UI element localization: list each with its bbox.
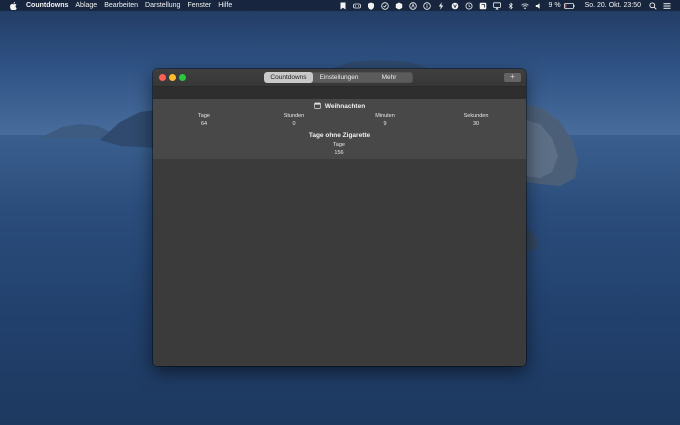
control-center-icon[interactable] [663,2,671,10]
countdown-unit-days: Tage 64 [174,112,234,128]
countdown-unit-days: Tage 156 [309,141,369,157]
battery-percent: 9 % [548,2,561,9]
tab-control: Countdowns Einstellungen Mehr [264,72,413,83]
menu-ablage[interactable]: Ablage [75,0,97,11]
unit-label: Stunden [283,113,305,119]
countdown-item[interactable]: Weihnachten Tage 64 Stunden 0 Minuten 9 … [153,101,526,131]
window-empty-area [153,159,526,366]
tab-mehr[interactable]: Mehr [365,72,413,83]
countdown-title: Tage ohne Zigarette [308,132,371,139]
countdown-list: Weihnachten Tage 64 Stunden 0 Minuten 9 … [153,99,526,159]
tab-countdowns[interactable]: Countdowns [264,72,313,83]
menu-hilfe[interactable]: Hilfe [218,0,232,11]
airplay-icon[interactable] [492,1,501,10]
unit-value: 64 [200,121,208,127]
menu-fenster[interactable]: Fenster [187,0,211,11]
unit-label: Minuten [375,113,395,119]
unit-label: Sekunden [463,113,489,119]
check-circle-icon[interactable] [380,1,389,10]
apple-icon[interactable] [9,1,18,10]
menu-bar: Countdowns Ablage Bearbeiten Darstellung… [0,0,680,11]
unit-value: 156 [334,150,344,156]
bookmark-icon[interactable] [339,2,347,10]
countdown-unit-minutes: Minuten 9 [355,112,415,128]
window-titlebar[interactable]: Countdowns Einstellungen Mehr + [153,69,526,87]
gamepad-icon[interactable] [352,2,361,10]
window-toolbar-strip [153,87,526,99]
countdown-unit-hours: Stunden 0 [264,112,324,128]
v-icon[interactable] [451,2,459,10]
minimize-button[interactable] [169,74,176,81]
countdowns-window: Countdowns Einstellungen Mehr + Weihnach… [153,69,526,366]
countdown-item[interactable]: Tage ohne Zigarette Tage 156 [153,132,526,158]
add-countdown-button[interactable]: + [504,73,521,82]
unit-value: 9 [383,121,387,127]
calendar-icon [314,102,321,109]
menu-app-name[interactable]: Countdowns [26,0,68,11]
battery-icon[interactable] [563,2,575,10]
a-icon[interactable] [408,1,417,10]
zoom-button[interactable] [179,74,186,81]
tab-einstellungen[interactable]: Einstellungen [313,72,365,83]
menu-bar-extras: 9 % So. 20. Okt. 23:50 [339,0,680,11]
lightning-icon[interactable] [437,1,445,10]
time-machine-icon[interactable] [465,2,473,10]
unit-value: 0 [292,121,296,127]
unit-label: Tage [198,113,210,119]
countdown-title-row: Tage ohne Zigarette [153,132,526,139]
menu-darstellung[interactable]: Darstellung [145,0,180,11]
bluetooth-icon[interactable] [507,1,515,10]
box-icon[interactable] [395,2,403,10]
info-icon[interactable] [422,1,431,10]
unit-label: Tage [333,142,345,148]
wifi-icon[interactable] [520,2,529,10]
unit-value: 30 [472,121,480,127]
countdown-unit-seconds: Sekunden 30 [446,112,506,128]
countdown-title-row: Weihnachten [153,102,526,110]
shield-icon[interactable] [367,2,375,10]
close-button[interactable] [159,74,166,81]
search-icon[interactable] [649,1,657,10]
countdown-title: Weihnachten [324,103,366,110]
volume-icon[interactable] [535,2,543,10]
menu-bar-clock[interactable]: So. 20. Okt. 23:50 [585,0,641,11]
box-icon-2[interactable] [479,2,487,10]
menu-bearbeiten[interactable]: Bearbeiten [104,0,138,11]
